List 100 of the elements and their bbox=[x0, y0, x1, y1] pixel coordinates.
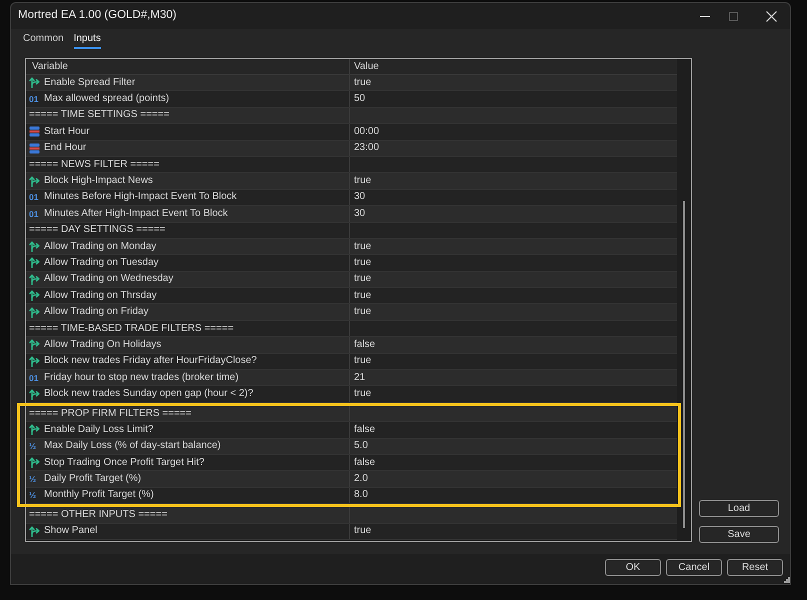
table-row[interactable]: ===== OTHER INPUTS ===== bbox=[26, 507, 677, 524]
table-row[interactable]: Enable Daily Loss Limit? false bbox=[26, 422, 677, 439]
parameter-name: Allow Trading on Friday bbox=[44, 306, 148, 318]
table-row[interactable]: 01 Friday hour to stop new trades (broker time) 21 bbox=[26, 370, 677, 386]
parameter-value: true bbox=[354, 290, 372, 302]
table-row[interactable]: ===== PROP FIRM FILTERS ===== bbox=[26, 406, 677, 422]
section-title: ===== DAY SETTINGS ===== bbox=[29, 224, 166, 236]
type-indicator: 01 bbox=[29, 372, 38, 383]
parameter-value: 21 bbox=[354, 372, 366, 384]
maximize-icon bbox=[728, 12, 738, 20]
table-row[interactable]: Show Panel true bbox=[26, 524, 677, 540]
table-row[interactable]: ===== NEWS FILTER ===== bbox=[26, 156, 677, 174]
table-row[interactable]: Stop Trading Once Profit Target Hit? false bbox=[26, 454, 677, 472]
parameter-value: true bbox=[354, 306, 372, 318]
window-title: Mortred EA 1.00 (GOLD#,M30) bbox=[18, 8, 177, 24]
table-row[interactable]: 01 Minutes Before High-Impact Event To Block 30 bbox=[26, 190, 677, 206]
column-header: Variable bbox=[32, 60, 68, 72]
parameter-value: true bbox=[354, 240, 372, 253]
branch-arrow-icon bbox=[29, 526, 40, 537]
stacked-bars-icon bbox=[29, 126, 40, 138]
section-title: ===== TIME-BASED TRADE FILTERS ===== bbox=[29, 322, 234, 335]
table-row[interactable]: ===== DAY SETTINGS ===== bbox=[26, 222, 677, 239]
parameter-name: Allow Trading on Thrsday bbox=[44, 290, 157, 302]
table-row[interactable]: Start Hour 00:00 bbox=[26, 124, 677, 141]
parameter-name: Allow Trading on Monday bbox=[44, 240, 156, 253]
branch-arrow-icon bbox=[29, 290, 40, 302]
branch-arrow-icon bbox=[29, 241, 40, 252]
parameter-value: 30 bbox=[354, 208, 366, 220]
parameter-name: Max Daily Loss (% of day-start balance) bbox=[44, 440, 221, 452]
section-title: ===== PROP FIRM FILTERS ===== bbox=[29, 408, 192, 420]
parameter-name: Minutes After High-Impact Event To Block bbox=[44, 208, 228, 220]
table-row[interactable]: Allow Trading on Wednesday true bbox=[26, 272, 677, 288]
type-indicator: ½ bbox=[29, 490, 36, 500]
table-row[interactable]: ===== TIME-BASED TRADE FILTERS ===== bbox=[26, 320, 677, 338]
parameter-value: 50 bbox=[354, 93, 366, 106]
table-row[interactable]: Block new trades Sunday open gap (hour < 2)? true bbox=[26, 386, 677, 403]
tab[interactable]: Common bbox=[23, 33, 64, 49]
parameter-name: Enable Spread Filter bbox=[44, 76, 136, 89]
parameter-value: true bbox=[354, 355, 372, 368]
parameter-value: true bbox=[354, 175, 372, 188]
parameter-name: Max allowed spread (points) bbox=[44, 93, 170, 106]
reset-button[interactable]: Reset bbox=[727, 559, 783, 576]
load-button[interactable]: Load bbox=[699, 500, 779, 517]
section-title: ===== NEWS FILTER ===== bbox=[29, 158, 160, 171]
parameter-value: true bbox=[354, 525, 372, 538]
branch-arrow-icon bbox=[29, 257, 40, 268]
parameter-value: true bbox=[354, 388, 372, 400]
table-row[interactable]: Allow Trading on Tuesday true bbox=[26, 255, 677, 272]
table-row[interactable]: 01 Max allowed spread (points) 50 bbox=[26, 91, 677, 108]
parameter-name: Allow Trading on Tuesday bbox=[44, 256, 159, 269]
parameter-value: 8.0 bbox=[354, 489, 368, 502]
parameter-name: Daily Profit Target (%) bbox=[44, 473, 142, 486]
parameter-name: Show Panel bbox=[44, 525, 98, 538]
table-row[interactable]: 01 Minutes After High-Impact Event To Block 30 bbox=[26, 206, 677, 223]
table-row[interactable]: Enable Spread Filter true bbox=[26, 75, 677, 92]
cancel-button[interactable]: Cancel bbox=[666, 559, 722, 576]
parameter-name: Stop Trading Once Profit Target Hit? bbox=[44, 456, 204, 469]
parameter-value: false bbox=[354, 424, 376, 436]
parameter-name: Allow Trading on Wednesday bbox=[44, 273, 174, 286]
table-row[interactable]: Allow Trading on Friday true bbox=[26, 304, 677, 321]
parameter-name: Block High-Impact News bbox=[44, 175, 153, 188]
branch-arrow-icon bbox=[29, 388, 40, 400]
parameter-name: Minutes Before High-Impact Event To Block bbox=[44, 191, 237, 204]
stacked-bars-icon bbox=[29, 142, 40, 154]
parameter-value: 2.0 bbox=[354, 473, 368, 486]
table-row[interactable]: ½ Max Daily Loss (% of day-start balance) 5.0 bbox=[26, 438, 677, 455]
parameter-value: true bbox=[354, 256, 372, 269]
parameter-name: Allow Trading On Holidays bbox=[44, 338, 162, 351]
parameter-value: 23:00 bbox=[354, 142, 380, 154]
type-indicator: ½ bbox=[29, 474, 36, 484]
table-row[interactable]: ===== TIME SETTINGS ===== bbox=[26, 108, 677, 124]
resize-grip-icon[interactable] bbox=[784, 577, 790, 583]
table-row[interactable]: Allow Trading on Thrsday true bbox=[26, 288, 677, 304]
table-row[interactable]: Allow Trading on Monday true bbox=[26, 238, 677, 256]
ok-button[interactable]: OK bbox=[605, 559, 661, 576]
parameter-name: Block new trades Sunday open gap (hour < 2)? bbox=[44, 388, 254, 400]
branch-arrow-icon bbox=[29, 457, 40, 468]
table-row[interactable]: Block High-Impact News true bbox=[26, 173, 677, 190]
table-row[interactable]: End Hour 23:00 bbox=[26, 140, 677, 157]
type-indicator: 01 bbox=[29, 208, 38, 219]
parameter-value: false bbox=[354, 456, 376, 469]
parameter-name: Block new trades Friday after HourFridayClose? bbox=[44, 355, 257, 368]
table-row[interactable]: ½ Daily Profit Target (%) 2.0 bbox=[26, 471, 677, 488]
type-indicator: ½ bbox=[29, 441, 36, 452]
section-title: ===== TIME SETTINGS ===== bbox=[29, 109, 170, 122]
parameter-name: Friday hour to stop new trades (broker time) bbox=[44, 372, 239, 384]
close-icon bbox=[766, 10, 776, 22]
save-button[interactable]: Save bbox=[699, 526, 779, 543]
branch-arrow-icon bbox=[29, 77, 40, 88]
table-row[interactable]: Block new trades Friday after HourFridayClose? true bbox=[26, 354, 677, 370]
parameter-name: Monthly Profit Target (%) bbox=[44, 489, 154, 502]
parameter-value: 5.0 bbox=[354, 440, 368, 452]
branch-arrow-icon bbox=[29, 424, 40, 436]
table-row[interactable]: ½ Monthly Profit Target (%) 8.0 bbox=[26, 488, 677, 504]
scrollbar-thumb[interactable] bbox=[683, 201, 685, 528]
section-title: ===== OTHER INPUTS ===== bbox=[29, 508, 168, 521]
parameter-value: true bbox=[354, 76, 372, 89]
tab[interactable]: Inputs bbox=[74, 33, 101, 49]
table-row[interactable]: Allow Trading On Holidays false bbox=[26, 337, 677, 354]
type-indicator: 01 bbox=[29, 94, 38, 104]
